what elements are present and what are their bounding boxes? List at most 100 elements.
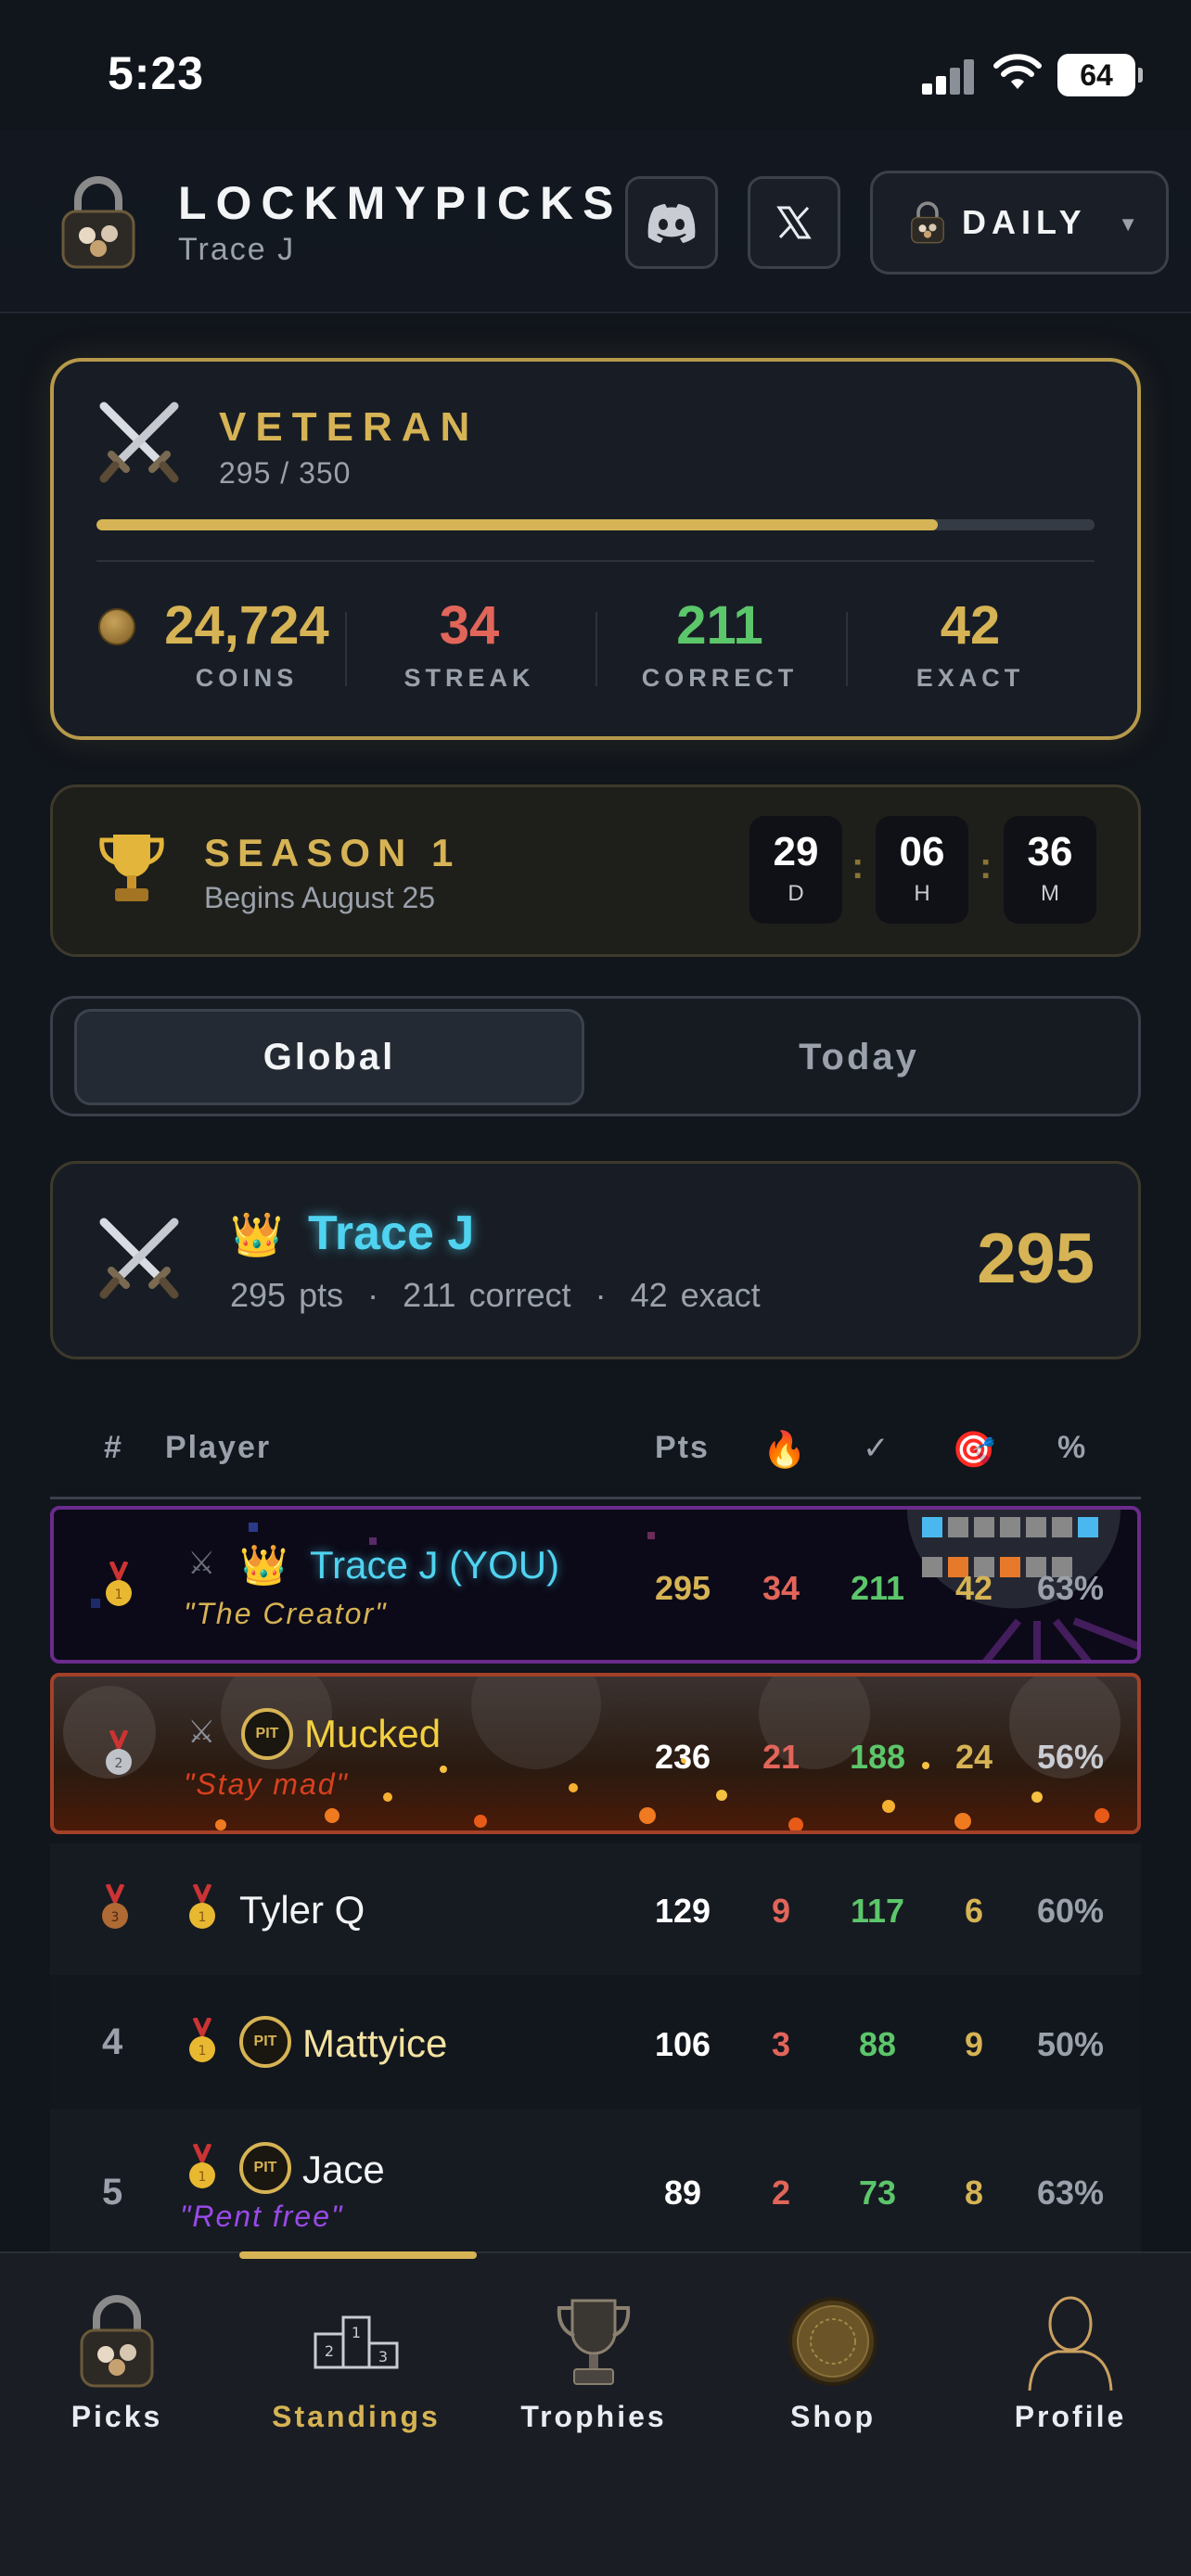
countdown-minutes: 36 M xyxy=(1004,816,1096,924)
my-pts: 295 pts xyxy=(230,1276,344,1314)
nav-trophies[interactable]: Trophies xyxy=(492,2290,696,2434)
cell-correct: 188 xyxy=(849,1738,906,1776)
svg-text:2: 2 xyxy=(115,1756,123,1771)
stat-coins: 24,724 COINS xyxy=(126,593,367,693)
countdown-unit: H xyxy=(914,881,930,906)
lock-icon xyxy=(66,2290,168,2392)
stat-exact: 42 EXACT xyxy=(850,593,1091,693)
cell-exact: 6 xyxy=(964,1892,984,1930)
coin-icon xyxy=(782,2290,884,2392)
separator: · xyxy=(367,1276,379,1314)
player-name[interactable]: Tyler Q xyxy=(239,1888,365,1932)
pit-badge-icon: PIT xyxy=(239,2016,291,2068)
countdown-days: 29 D xyxy=(749,816,842,924)
status-time: 5:23 xyxy=(108,47,205,99)
countdown-value: 29 xyxy=(773,829,819,874)
svg-text:2: 2 xyxy=(325,2342,334,2360)
stat-value: 211 xyxy=(676,595,763,656)
cellular-signal-icon xyxy=(922,57,976,95)
my-stats-summary: 295 pts · 211 correct · 42 exact xyxy=(230,1276,761,1315)
nav-label: Trophies xyxy=(520,2400,667,2433)
svg-text:1: 1 xyxy=(115,1588,123,1602)
countdown-value: 36 xyxy=(1027,829,1073,874)
nav-shop[interactable]: Shop xyxy=(731,2290,935,2434)
cell-streak: 2 xyxy=(771,2174,791,2212)
svg-text:1: 1 xyxy=(198,1910,207,1925)
battery-indicator: 64 xyxy=(1057,54,1143,96)
season-subtitle: Begins August 25 xyxy=(204,881,436,914)
rank-number: 5 xyxy=(102,2172,123,2213)
fire-icon[interactable]: 🔥 xyxy=(762,1430,808,1471)
cell-streak: 3 xyxy=(771,2025,791,2063)
nav-profile[interactable]: Profile xyxy=(968,2290,1172,2434)
stat-value: 24,724 xyxy=(164,595,329,656)
crown-icon: 👑 xyxy=(239,1543,288,1587)
player-quote: "The Creator" xyxy=(184,1597,388,1630)
pit-badge-icon: PIT xyxy=(239,2142,291,2194)
lock-logo-icon xyxy=(61,176,135,269)
cell-correct: 117 xyxy=(850,1892,905,1930)
cell-pct: 56% xyxy=(1036,1738,1105,1776)
col-player-header: Player xyxy=(165,1430,272,1465)
header-username: Trace J xyxy=(178,232,296,267)
nav-label: Profile xyxy=(1014,2400,1127,2433)
stat-label: EXACT xyxy=(916,664,1025,692)
svg-text:1: 1 xyxy=(352,2324,361,2341)
cell-correct: 88 xyxy=(858,2025,897,2063)
cell-exact: 42 xyxy=(954,1569,993,1607)
stat-label: COINS xyxy=(195,664,299,692)
separator: · xyxy=(595,1276,607,1314)
rank-number: 4 xyxy=(102,2021,123,2062)
player-name[interactable]: Mattyice xyxy=(302,2021,447,2066)
crown-icon: 👑 xyxy=(230,1210,284,1258)
cell-pct: 50% xyxy=(1036,2025,1105,2063)
rank-progress-bar xyxy=(96,519,1095,530)
gold-medal-icon: 1 xyxy=(104,1560,134,1608)
crossed-swords-icon xyxy=(99,1218,179,1299)
discord-button[interactable] xyxy=(625,176,718,269)
mode-dropdown[interactable]: DAILY ▼ xyxy=(870,171,1169,274)
countdown-separator: : xyxy=(980,846,992,886)
tab-global[interactable]: Global xyxy=(74,1009,584,1105)
rank-title: VETERAN xyxy=(219,404,480,450)
discord-icon xyxy=(647,204,696,243)
col-pts-header[interactable]: Pts xyxy=(655,1430,710,1466)
tab-today[interactable]: Today xyxy=(601,1009,1117,1105)
col-pct-header[interactable]: % xyxy=(1057,1430,1087,1466)
target-icon[interactable]: 🎯 xyxy=(952,1430,997,1471)
x-social-button[interactable] xyxy=(748,176,840,269)
cell-correct: 211 xyxy=(850,1569,905,1607)
cell-pct: 63% xyxy=(1036,1569,1105,1607)
nav-picks[interactable]: Picks xyxy=(15,2290,219,2434)
pit-badge-icon: PIT xyxy=(241,1708,293,1760)
player-name[interactable]: Jace xyxy=(302,2148,385,2192)
player-name[interactable]: Mucked xyxy=(304,1712,441,1756)
cell-exact: 8 xyxy=(964,2174,984,2212)
nav-label: Standings xyxy=(272,2400,441,2433)
checkmark-icon[interactable]: ✓ xyxy=(863,1430,891,1467)
countdown-unit: D xyxy=(788,881,804,906)
silver-medal-icon: 2 xyxy=(104,1728,134,1777)
wifi-icon xyxy=(993,54,1042,89)
podium-icon: 1 2 3 xyxy=(305,2290,407,2392)
countdown-unit: M xyxy=(1041,881,1059,906)
crossed-swords-icon: ⚔ xyxy=(187,1546,216,1581)
stat-correct: 211 CORRECT xyxy=(599,593,840,693)
stat-streak: 34 STREAK xyxy=(349,593,590,693)
rank-progress-fill xyxy=(96,519,939,530)
divider xyxy=(96,560,1095,562)
chevron-down-icon: ▼ xyxy=(1118,212,1138,236)
cell-exact: 9 xyxy=(964,2025,984,2063)
svg-text:1: 1 xyxy=(198,2044,207,2059)
stat-label: STREAK xyxy=(403,664,535,692)
cell-pts: 106 xyxy=(654,2025,711,2063)
cell-pts: 295 xyxy=(654,1569,711,1607)
stat-label: CORRECT xyxy=(641,664,799,692)
player-name[interactable]: Trace J (YOU) xyxy=(310,1543,559,1588)
svg-text:3: 3 xyxy=(111,1910,120,1925)
cell-pts: 236 xyxy=(654,1738,711,1776)
my-correct: 211 correct xyxy=(403,1276,571,1314)
nav-standings[interactable]: 1 2 3 Standings xyxy=(254,2290,458,2434)
cell-pts: 89 xyxy=(663,2174,702,2212)
nav-label: Picks xyxy=(70,2400,163,2433)
